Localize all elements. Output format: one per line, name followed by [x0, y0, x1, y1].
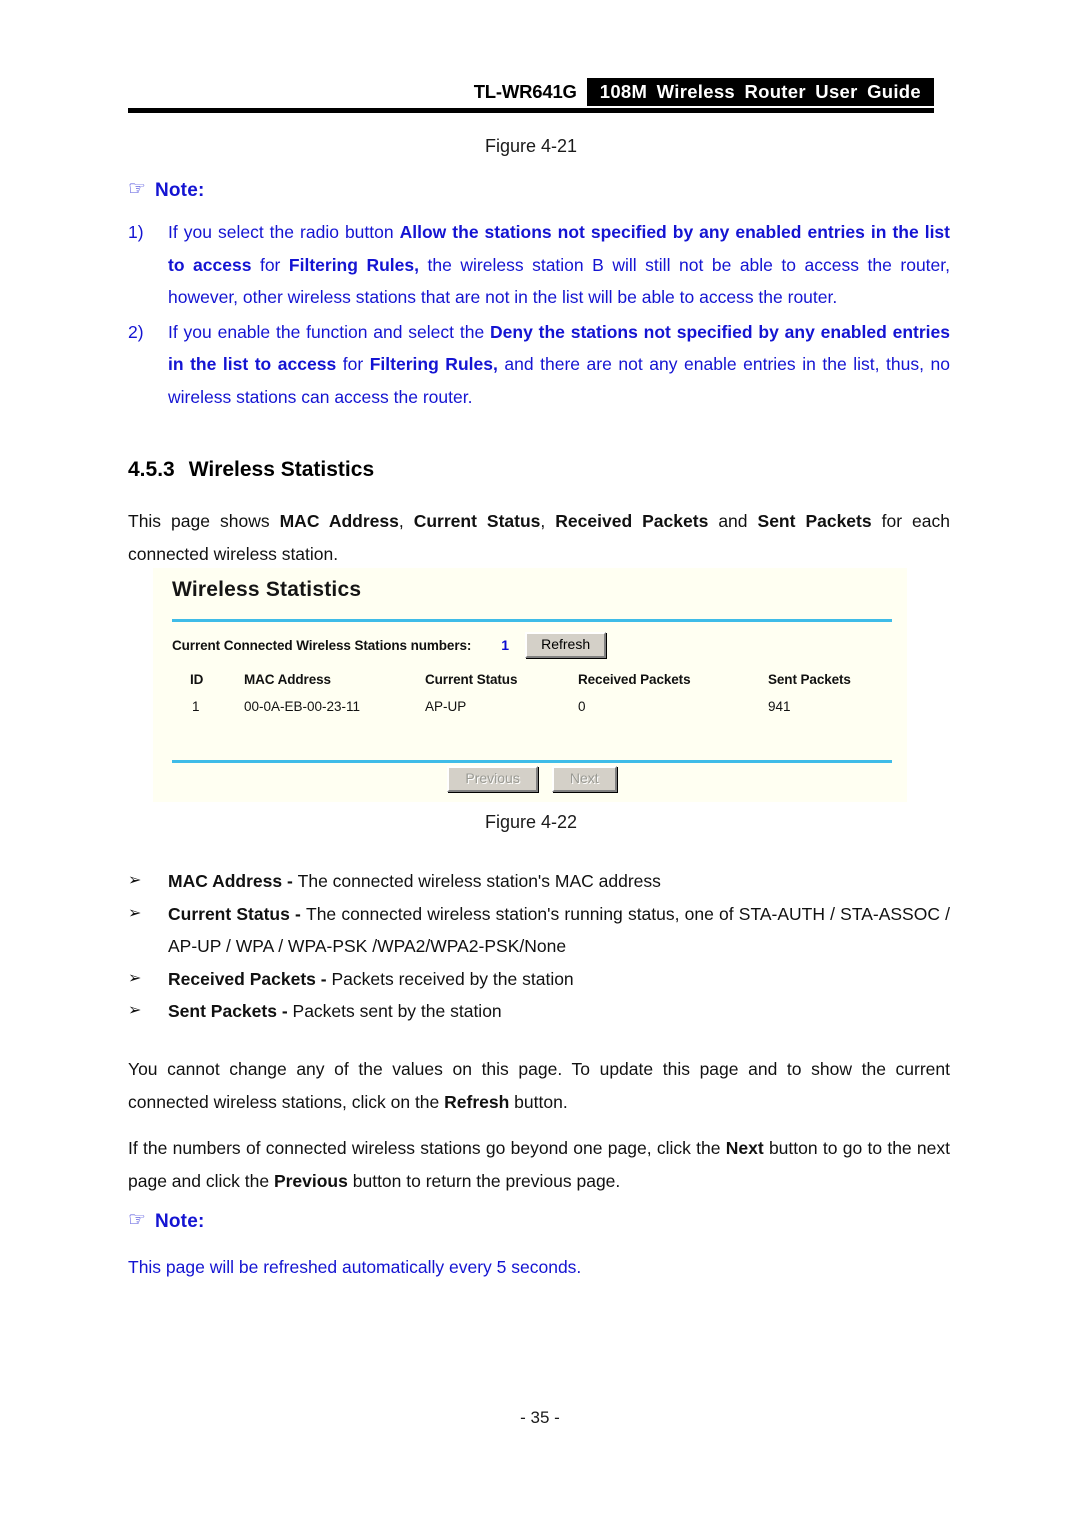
list-item-text: Current Status - The connected wireless … — [168, 898, 950, 963]
list-item-text: Sent Packets - Packets sent by the stati… — [168, 995, 950, 1028]
refresh-button[interactable]: Refresh — [525, 632, 607, 658]
list-item: ➢ MAC Address - The connected wireless s… — [128, 865, 950, 898]
text-run: , — [540, 511, 556, 531]
note-item-marker: 2) — [128, 321, 144, 342]
arrow-bullet-icon: ➢ — [128, 904, 142, 922]
column-header-id: ID — [190, 672, 204, 687]
text-run: If the numbers of connected wireless sta… — [128, 1138, 726, 1158]
list-item-separator: - — [282, 871, 298, 891]
list-item-text: MAC Address - The connected wireless sta… — [168, 865, 950, 898]
cell-sent-packets: 941 — [768, 699, 791, 714]
table-header-row: ID MAC Address Current Status Received P… — [172, 672, 892, 699]
router-ui-screenshot: Wireless Statistics Current Connected Wi… — [153, 568, 907, 802]
emphasised-run: Refresh — [444, 1091, 510, 1112]
note-item-text: If you select the radio button Allow the… — [168, 216, 950, 314]
list-item-description: Packets sent by the station — [292, 1001, 502, 1021]
header-banner-title: 108M Wireless Router User Guide — [586, 78, 934, 106]
connected-stations-row: Current Connected Wireless Stations numb… — [172, 632, 607, 658]
text-run: , — [398, 511, 414, 531]
running-header: TL-WR641G 108M Wireless Router User Guid… — [128, 78, 934, 106]
column-header-mac-address: MAC Address — [244, 672, 331, 687]
cell-received-packets: 0 — [578, 699, 586, 714]
list-item-term: Received Packets — [168, 968, 316, 989]
note-ordered-list-top: 1) If you select the radio button Allow … — [128, 216, 950, 415]
list-item: ➢ Current Status - The connected wireles… — [128, 898, 950, 963]
connected-stations-label: Current Connected Wireless Stations numb… — [172, 637, 472, 653]
emphasised-run: MAC Address — [279, 511, 399, 531]
pointing-hand-icon: ☞ — [128, 1209, 146, 1231]
pagination-controls: Previous Next — [172, 766, 892, 792]
emphasised-run: Sent Packets — [757, 511, 872, 531]
table-row: 1 00-0A-EB-00-23-11 AP-UP 0 941 — [172, 699, 892, 726]
list-item-separator: - — [315, 968, 332, 989]
text-run: If you enable the function and select th… — [168, 321, 491, 342]
list-item-description: The connected wireless station's MAC add… — [297, 871, 661, 891]
page-number: - 35 - — [520, 1408, 560, 1427]
note-list-item: 2) If you enable the function and select… — [128, 316, 950, 414]
router-panel-top-rule — [172, 619, 892, 622]
text-run: button. — [509, 1091, 568, 1112]
arrow-bullet-icon: ➢ — [128, 969, 142, 987]
definition-bullet-list: ➢ MAC Address - The connected wireless s… — [128, 865, 950, 1028]
note-label: Note: — [154, 1211, 205, 1232]
header-row: TL-WR641G 108M Wireless Router User Guid… — [128, 78, 934, 106]
previous-button[interactable]: Previous — [447, 766, 538, 792]
note-item-text: If you enable the function and select th… — [168, 316, 950, 414]
text-run: button to return the previous page. — [347, 1170, 621, 1191]
emphasised-run: Previous — [273, 1170, 348, 1191]
list-item-description: Packets received by the station — [331, 968, 574, 989]
emphasised-run: Filtering Rules, — [288, 254, 419, 275]
note-heading-bottom: ☞ Note: — [128, 1209, 205, 1233]
emphasised-run: Current Status — [413, 511, 541, 531]
header-model-name: TL-WR641G — [473, 81, 577, 102]
text-run: and — [708, 511, 758, 531]
pointing-hand-icon: ☞ — [128, 178, 146, 200]
connected-stations-count: 1 — [501, 637, 510, 653]
arrow-bullet-icon: ➢ — [128, 1002, 142, 1019]
pagination-paragraph: If the numbers of connected wireless sta… — [128, 1132, 950, 1197]
column-header-current-status: Current Status — [425, 672, 518, 687]
list-item-separator: - — [289, 903, 306, 924]
text-run: for — [336, 354, 370, 374]
figure-caption-bottom: Figure 4-22 — [484, 812, 578, 832]
note-item-marker: 1) — [128, 222, 144, 242]
router-panel-title: Wireless Statistics — [172, 578, 362, 601]
refresh-paragraph: You cannot change any of the values on t… — [128, 1053, 950, 1118]
text-run: This page shows — [128, 511, 280, 531]
note-text-bottom: This page will be refreshed automaticall… — [128, 1257, 582, 1277]
list-item: ➢ Sent Packets - Packets sent by the sta… — [128, 995, 950, 1028]
emphasised-run: Filtering Rules, — [369, 354, 498, 374]
note-list-item: 1) If you select the radio button Allow … — [128, 216, 950, 314]
next-button[interactable]: Next — [551, 766, 617, 792]
section-number: 4.5.3 — [128, 458, 175, 481]
text-run: for — [251, 254, 289, 275]
list-item: ➢ Received Packets - Packets received by… — [128, 963, 950, 996]
figure-caption-top: Figure 4-21 — [484, 136, 578, 156]
cell-current-status: AP-UP — [425, 699, 467, 714]
column-header-sent-packets: Sent Packets — [768, 672, 851, 687]
cell-id: 1 — [192, 699, 200, 714]
column-header-received-packets: Received Packets — [578, 672, 691, 687]
list-item-term: Current Status — [168, 903, 290, 924]
note-heading-top: ☞ Note: — [128, 178, 205, 202]
wireless-statistics-table: ID MAC Address Current Status Received P… — [172, 672, 892, 726]
list-item-term: Sent Packets — [168, 1001, 277, 1021]
section-heading: 4.5.3 Wireless Statistics — [128, 458, 950, 482]
section-title: Wireless Statistics — [188, 458, 375, 481]
text-run: If you select the radio button — [168, 222, 400, 242]
note-label: Note: — [154, 180, 205, 201]
list-item-term: MAC Address — [168, 871, 283, 891]
cell-mac-address: 00-0A-EB-00-23-11 — [244, 699, 361, 714]
arrow-bullet-icon: ➢ — [128, 872, 142, 889]
list-item-separator: - — [276, 1001, 293, 1021]
document-page: TL-WR641G 108M Wireless Router User Guid… — [0, 0, 1080, 1527]
emphasised-run: Next — [725, 1138, 764, 1158]
intro-paragraph: This page shows MAC Address, Current Sta… — [128, 505, 950, 570]
router-panel-bottom-rule — [172, 760, 892, 763]
list-item-text: Received Packets - Packets received by t… — [168, 963, 950, 996]
emphasised-run: Received Packets — [555, 511, 709, 531]
header-divider-rule — [128, 108, 934, 113]
